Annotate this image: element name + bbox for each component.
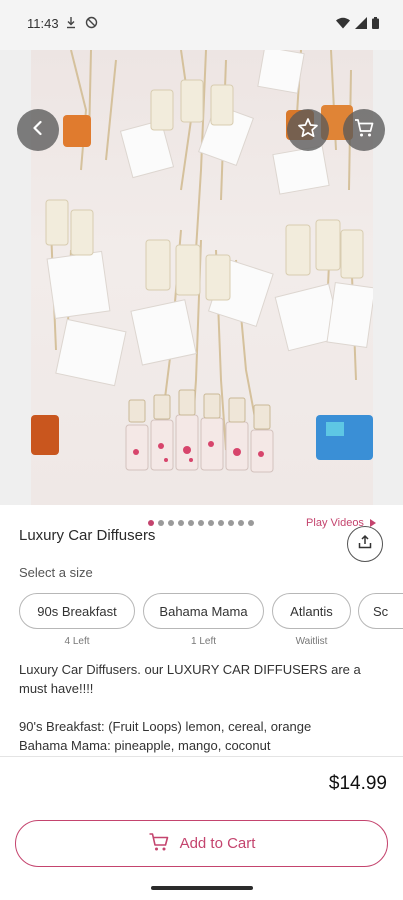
product-title: Luxury Car Diffusers [19, 527, 156, 544]
signal-icon [355, 16, 367, 34]
size-option: 90s Breakfast 4 Left [19, 593, 135, 647]
status-bar: 11:43 [0, 0, 403, 50]
size-chip-90s-breakfast[interactable]: 90s Breakfast [19, 593, 135, 629]
pager-dot[interactable] [198, 520, 204, 526]
play-videos-label: Play Videos [306, 517, 364, 529]
size-chip-atlantis[interactable]: Atlantis [272, 593, 351, 629]
pager-dot[interactable] [248, 520, 254, 526]
description-line: 90's Breakfast: (Fruit Loops) lemon, cer… [19, 719, 312, 734]
divider [0, 756, 403, 757]
size-prompt: Select a size [19, 565, 93, 580]
size-availability: 4 Left [64, 636, 90, 647]
wifi-icon [336, 16, 350, 34]
add-to-cart-button[interactable]: Add to Cart [15, 820, 388, 867]
description-line: Luxury Car Diffusers. our LUXURY CAR DIF… [19, 662, 361, 696]
chevron-left-icon [30, 120, 46, 141]
pager-dot[interactable] [218, 520, 224, 526]
back-button[interactable] [17, 109, 59, 151]
status-time: 11:43 [27, 16, 59, 31]
pager-dot[interactable] [148, 520, 154, 526]
size-option: Bahama Mama 1 Left [143, 593, 264, 647]
size-availability: Waitlist [295, 636, 328, 647]
do-not-disturb-icon [85, 16, 98, 34]
play-icon [369, 519, 376, 527]
cart-icon [353, 117, 375, 144]
cart-button[interactable] [343, 109, 385, 151]
favorite-button[interactable] [287, 109, 329, 151]
battery-icon [372, 16, 379, 34]
add-to-cart-label: Add to Cart [179, 835, 256, 852]
size-availability: 1 Left [190, 636, 217, 647]
size-option: Sc [358, 593, 403, 636]
pager-dot[interactable] [228, 520, 234, 526]
size-chip-bahama-mama[interactable]: Bahama Mama [143, 593, 264, 629]
product-image-carousel[interactable]: Play Videos [0, 50, 403, 537]
pager-dot[interactable] [178, 520, 184, 526]
cart-icon [148, 832, 170, 856]
size-selector: 90s Breakfast 4 Left Bahama Mama 1 Left … [19, 593, 403, 653]
pager-dot[interactable] [188, 520, 194, 526]
size-option: Atlantis Waitlist [272, 593, 351, 647]
description-line: Bahama Mama: pineapple, mango, coconut [19, 738, 271, 753]
home-indicator[interactable] [151, 886, 253, 890]
pager-dot[interactable] [238, 520, 244, 526]
share-icon [357, 534, 373, 555]
share-button[interactable] [347, 526, 383, 562]
pager-dot[interactable] [158, 520, 164, 526]
download-icon [65, 16, 77, 34]
product-description: Luxury Car Diffusers. our LUXURY CAR DIF… [19, 660, 387, 756]
pager-dot[interactable] [168, 520, 174, 526]
star-icon [297, 117, 319, 144]
size-chip-partial[interactable]: Sc [358, 593, 403, 629]
product-price: $14.99 [328, 773, 387, 794]
pager-dot[interactable] [208, 520, 214, 526]
